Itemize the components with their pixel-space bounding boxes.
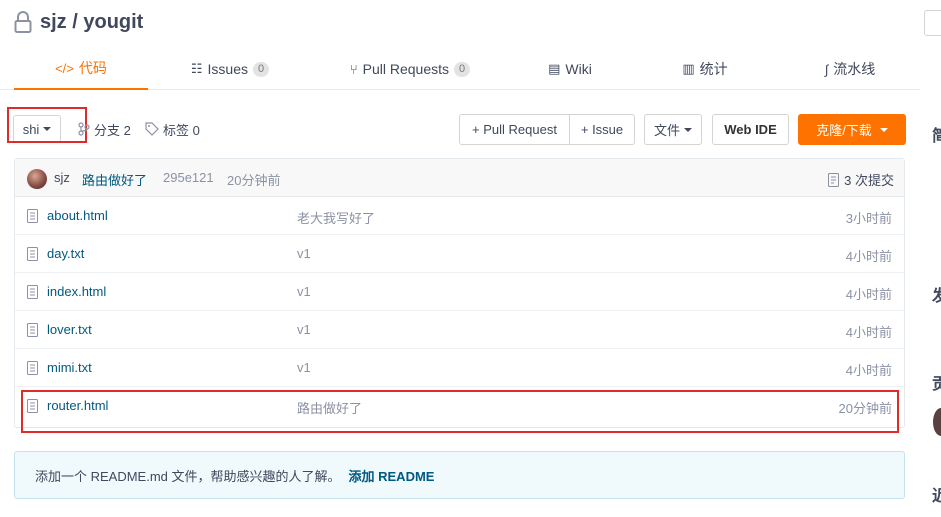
tab-label: Pull Requests bbox=[362, 61, 450, 77]
tab-issues[interactable]: ☷ Issues 0 bbox=[170, 48, 290, 90]
readme-text: 添加一个 README.md 文件，帮助感兴趣的人了解。 bbox=[35, 468, 341, 484]
file-name[interactable]: day.txt bbox=[47, 246, 84, 261]
table-row[interactable]: index.html v1 4小时前 bbox=[15, 273, 904, 311]
file-name[interactable]: lover.txt bbox=[47, 322, 92, 337]
file-icon bbox=[27, 323, 38, 337]
file-time: 4小时前 bbox=[845, 287, 892, 302]
add-readme-link[interactable]: 添加 README bbox=[349, 466, 435, 485]
tab-wiki[interactable]: ▤ Wiki bbox=[530, 48, 610, 90]
branch-icon bbox=[78, 122, 90, 136]
lock-icon bbox=[14, 11, 32, 33]
file-commit-message[interactable]: v1 bbox=[297, 322, 311, 337]
table-row[interactable]: about.html 老大我写好了 3小时前 bbox=[15, 197, 904, 235]
file-name[interactable]: index.html bbox=[47, 284, 106, 299]
commit-author[interactable]: sjz bbox=[54, 170, 70, 185]
table-row[interactable]: lover.txt v1 4小时前 bbox=[15, 311, 904, 349]
latest-commit-bar: sjz 路由做好了 295e121 20分钟前 3 次提交 bbox=[15, 159, 904, 197]
sidebar-heading: 近 bbox=[932, 488, 941, 505]
file-icon bbox=[27, 209, 38, 223]
tab-label: 代码 bbox=[78, 60, 107, 76]
pull-request-icon: ⑂ bbox=[349, 61, 358, 77]
pr-count-badge: 0 bbox=[454, 61, 471, 77]
commit-message[interactable]: 路由做好了 bbox=[82, 170, 147, 189]
commits-icon bbox=[828, 172, 840, 187]
highlight-box-router bbox=[21, 390, 899, 433]
table-row[interactable]: mimi.txt v1 4小时前 bbox=[15, 349, 904, 387]
avatar[interactable] bbox=[933, 408, 941, 436]
repo-header: sjz / yougit bbox=[14, 8, 143, 36]
issues-icon: ☷ bbox=[190, 61, 203, 76]
avatar[interactable] bbox=[27, 169, 47, 189]
branches-label: 分支 2 bbox=[94, 122, 131, 138]
table-row[interactable]: day.txt v1 4小时前 bbox=[15, 235, 904, 273]
file-name[interactable]: about.html bbox=[47, 208, 108, 223]
tab-pull-requests[interactable]: ⑂ Pull Requests 0 bbox=[335, 48, 485, 90]
clone-label: 克隆/下载 bbox=[816, 123, 872, 138]
repo-tabs: </> 代码 ☷ Issues 0 ⑂ Pull Requests 0 ▤ Wi… bbox=[0, 48, 920, 90]
tab-code[interactable]: </> 代码 bbox=[14, 48, 148, 90]
file-icon bbox=[27, 247, 38, 261]
chevron-down-icon bbox=[879, 127, 888, 132]
wiki-icon: ▤ bbox=[548, 61, 561, 76]
tab-label: Issues bbox=[207, 61, 248, 77]
commit-hash[interactable]: 295e121 bbox=[163, 170, 214, 185]
sidebar-heading: 简 bbox=[932, 128, 941, 145]
sidebar-heading: 贡 bbox=[932, 376, 941, 393]
watch-button[interactable] bbox=[924, 10, 941, 36]
new-pull-request-button[interactable]: + Pull Request bbox=[459, 114, 570, 145]
file-time: 4小时前 bbox=[845, 363, 892, 378]
sidebar-heading: 发 bbox=[932, 288, 941, 305]
tags-link[interactable]: 标签 0 bbox=[145, 115, 200, 143]
tab-pipeline[interactable]: ∫ 流水线 bbox=[805, 48, 895, 90]
chevron-down-icon bbox=[684, 127, 692, 132]
branches-link[interactable]: 分支 2 bbox=[78, 115, 131, 143]
code-icon: </> bbox=[55, 60, 74, 76]
file-time: 4小时前 bbox=[845, 325, 892, 340]
tab-label: 流水线 bbox=[833, 61, 876, 77]
file-menu-label: 文件 bbox=[653, 123, 680, 138]
file-commit-message[interactable]: v1 bbox=[297, 284, 311, 299]
clone-download-button[interactable]: 克隆/下载 bbox=[798, 114, 906, 145]
file-icon bbox=[27, 361, 38, 375]
file-commit-message[interactable]: v1 bbox=[297, 360, 311, 375]
repo-title[interactable]: sjz / yougit bbox=[40, 11, 143, 34]
highlight-box-branch bbox=[7, 107, 87, 143]
file-time: 3小时前 bbox=[845, 211, 892, 226]
file-time: 4小时前 bbox=[845, 249, 892, 264]
pipeline-icon: ∫ bbox=[824, 61, 829, 77]
file-commit-message[interactable]: v1 bbox=[297, 246, 311, 261]
commit-count-link[interactable]: 3 次提交 bbox=[828, 170, 894, 189]
readme-prompt: 添加一个 README.md 文件，帮助感兴趣的人了解。 添加 README bbox=[14, 451, 905, 499]
tab-label: Wiki bbox=[565, 61, 592, 77]
file-menu-button[interactable]: 文件 bbox=[644, 114, 702, 145]
new-issue-button[interactable]: + Issue bbox=[569, 114, 635, 145]
issues-count-badge: 0 bbox=[253, 61, 270, 77]
tab-label: 统计 bbox=[699, 61, 728, 77]
tag-icon bbox=[145, 122, 159, 136]
commit-time: 20分钟前 bbox=[227, 173, 281, 188]
commit-count: 3 次提交 bbox=[844, 173, 894, 188]
web-ide-button[interactable]: Web IDE bbox=[712, 114, 789, 145]
tab-stats[interactable]: ▥ 统计 bbox=[665, 48, 745, 90]
file-icon bbox=[27, 285, 38, 299]
stats-icon: ▥ bbox=[682, 61, 695, 76]
tags-label: 标签 0 bbox=[163, 122, 200, 138]
file-name[interactable]: mimi.txt bbox=[47, 360, 92, 375]
file-list: sjz 路由做好了 295e121 20分钟前 3 次提交 about.html… bbox=[14, 158, 905, 428]
file-commit-message[interactable]: 老大我写好了 bbox=[297, 208, 375, 227]
